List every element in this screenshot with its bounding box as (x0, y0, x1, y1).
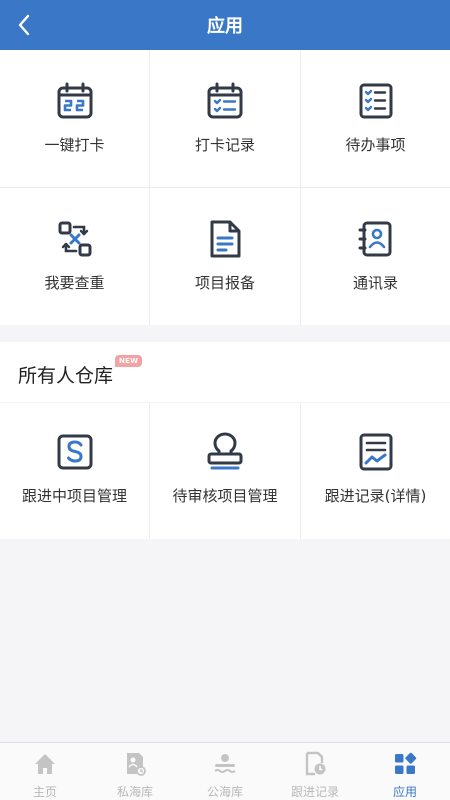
calendar-22-icon (57, 82, 92, 119)
tab-label: 公海库 (206, 785, 243, 799)
new-badge: NEW (115, 355, 143, 367)
back-button[interactable] (8, 8, 42, 42)
warehouse-section-header: 所有人仓库 NEW (0, 342, 450, 402)
app-pending-review-projects[interactable]: 待审核项目管理 (150, 403, 300, 539)
section-title: 所有人仓库 (18, 364, 114, 387)
tab-follow-records[interactable]: 跟进记录 (270, 743, 360, 800)
page-title: 应用 (207, 16, 243, 37)
app-label: 项目报备 (194, 274, 255, 292)
app-project-report[interactable]: 项目报备 (150, 188, 300, 325)
app-label: 通讯录 (352, 274, 398, 292)
tab-label: 应用 (392, 785, 417, 799)
app-label: 打卡记录 (194, 136, 255, 154)
tab-apps[interactable]: 应用 (360, 743, 450, 800)
app-label: 一键打卡 (44, 136, 105, 154)
tab-label: 主页 (32, 785, 57, 799)
bottom-tab-bar: 主页 私海库 公海库 跟进记录 应用 (0, 742, 450, 800)
top-nav-bar: 应用 (0, 0, 450, 50)
stamp-icon (207, 432, 243, 470)
tab-label: 私海库 (116, 785, 153, 799)
chevron-left-icon (18, 14, 30, 36)
public-sea-icon (214, 754, 236, 773)
warehouse-grid: 跟进中项目管理 待审核项目管理 跟进记录(详情) (0, 403, 450, 539)
app-contacts[interactable]: 通讯录 (301, 188, 450, 325)
app-label: 待审核项目管理 (172, 487, 278, 505)
document-icon (210, 220, 241, 258)
app-duplicate-check[interactable]: 我要查重 (0, 188, 149, 325)
app-checkin-records[interactable]: 打卡记录 (150, 50, 300, 187)
tab-label: 跟进记录 (290, 785, 339, 799)
apps-icon (395, 752, 417, 774)
app-label: 跟进记录(详情) (324, 487, 427, 505)
checklist-icon (359, 83, 392, 119)
trend-document-icon (359, 433, 392, 471)
app-todo[interactable]: 待办事项 (301, 50, 450, 187)
calendar-checklist-icon (207, 82, 243, 119)
apps-grid: 一键打卡 打卡记录 待办事项 我要查重 项目报备 通讯录 (0, 50, 450, 325)
tab-home[interactable]: 主页 (0, 743, 90, 800)
app-label: 跟进中项目管理 (21, 487, 127, 505)
follow-record-icon (305, 751, 326, 776)
tab-private-sea[interactable]: 私海库 (90, 743, 180, 800)
swap-check-icon (58, 221, 91, 257)
app-one-click-checkin[interactable]: 一键打卡 (0, 50, 149, 187)
app-follow-records-detail[interactable]: 跟进记录(详情) (301, 403, 450, 539)
private-sea-icon (127, 753, 146, 776)
app-following-projects[interactable]: 跟进中项目管理 (0, 403, 149, 539)
home-icon (35, 754, 55, 774)
app-label: 我要查重 (44, 274, 105, 292)
contact-book-icon (358, 221, 391, 257)
s-square-icon (57, 434, 92, 470)
tab-public-sea[interactable]: 公海库 (180, 743, 270, 800)
app-label: 待办事项 (345, 136, 406, 154)
